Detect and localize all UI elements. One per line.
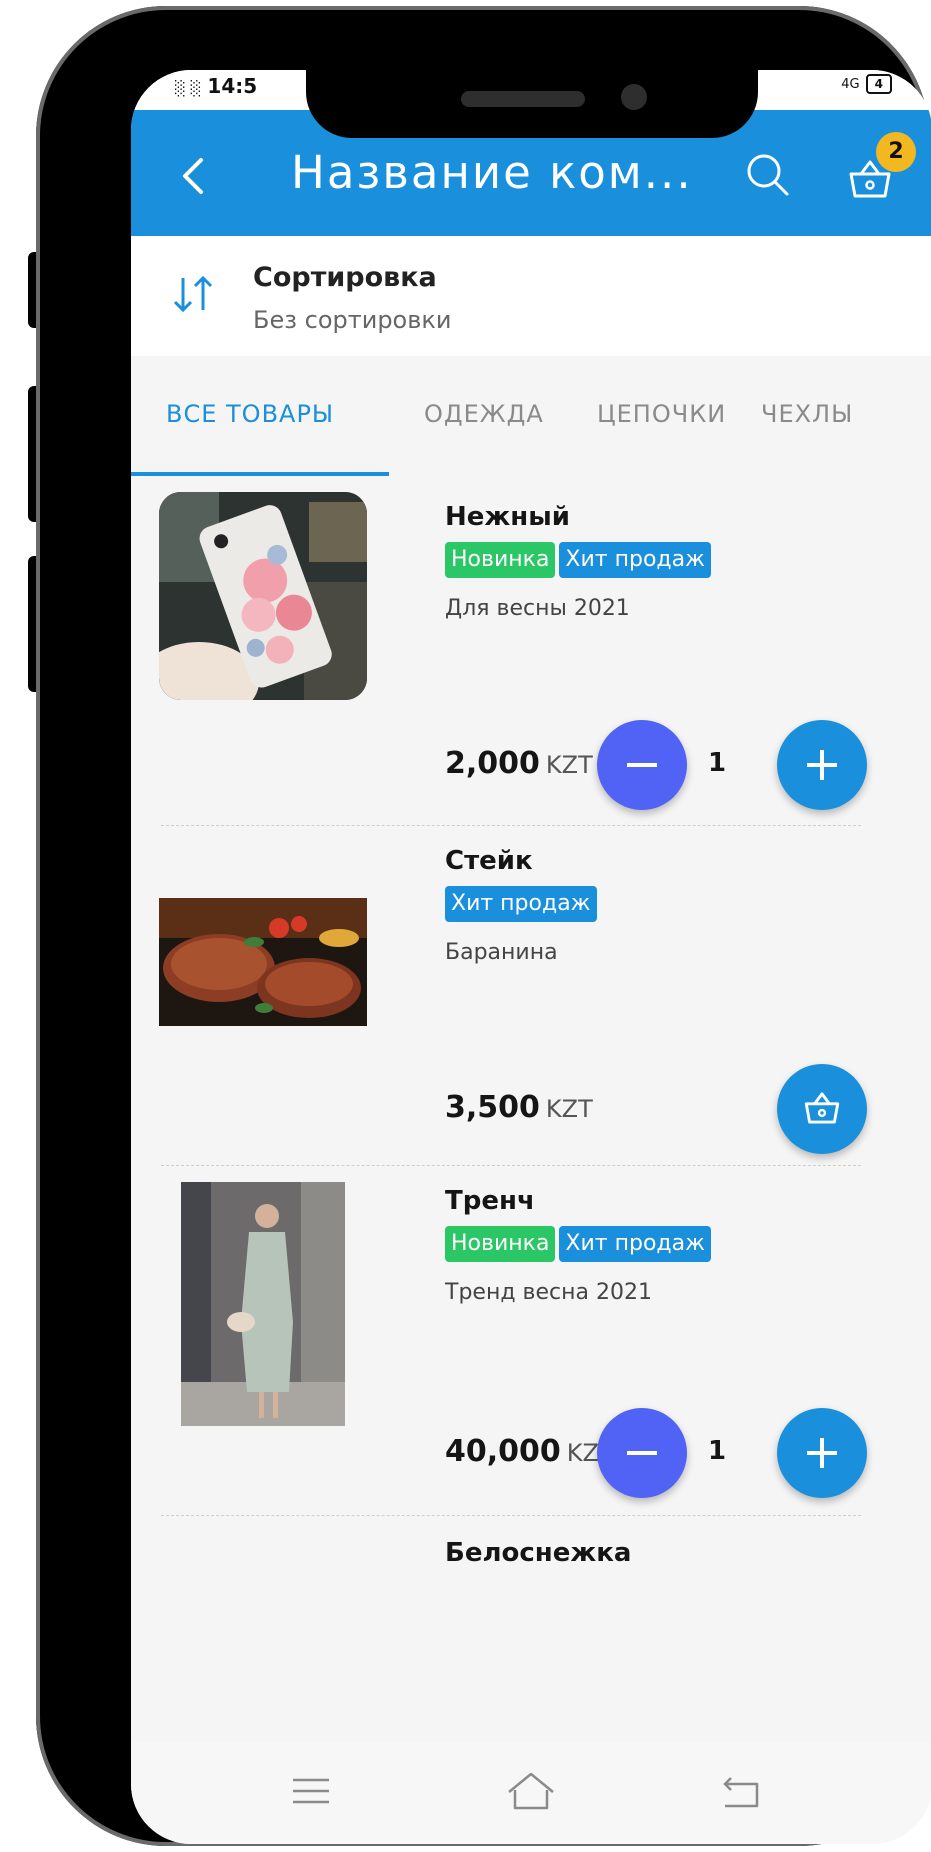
product-image[interactable]: [159, 898, 367, 1026]
price-value: 40,000: [445, 1434, 561, 1469]
plus-icon-vertical: [820, 750, 824, 780]
sort-title: Сортировка: [253, 262, 437, 293]
basket-icon: [804, 1092, 840, 1124]
product-description: Тренд весна 2021: [445, 1280, 652, 1305]
increase-quantity-button[interactable]: [777, 720, 867, 810]
product-name: Стейк: [445, 846, 533, 876]
status-time: 14:5: [207, 74, 258, 98]
notch: [306, 70, 758, 138]
decrease-quantity-button[interactable]: [597, 720, 687, 810]
back-nav-icon[interactable]: [711, 1766, 771, 1816]
product-card[interactable]: Белоснежка: [131, 1516, 931, 1746]
add-to-cart-button[interactable]: [777, 1064, 867, 1154]
price-value: 2,000: [445, 746, 540, 781]
back-icon[interactable]: [171, 150, 215, 202]
product-name: Тренч: [445, 1186, 535, 1216]
badge-bestseller: Хит продаж: [559, 1226, 711, 1262]
product-badges: Хит продаж: [445, 886, 597, 922]
front-camera: [621, 84, 647, 110]
badge-bestseller: Хит продаж: [445, 886, 597, 922]
phone-frame: ░ ░ 14:5 4G 4 Название ком... 2 Сортиров…: [36, 6, 931, 1846]
badge-new: Новинка: [445, 542, 556, 578]
product-badges: Новинка Хит продаж: [445, 542, 711, 578]
product-description: Для весны 2021: [445, 596, 630, 621]
home-icon[interactable]: [501, 1766, 561, 1816]
system-navigation-bar: [131, 1742, 931, 1844]
product-price: 3,500 KZT: [445, 1090, 593, 1125]
product-badges: Новинка Хит продаж: [445, 1226, 711, 1262]
badge-bestseller: Хит продаж: [559, 542, 711, 578]
quantity-value: 1: [707, 1436, 727, 1466]
product-name: Нежный: [445, 502, 570, 532]
product-price: 2,000 KZT: [445, 746, 593, 781]
quantity-value: 1: [707, 748, 727, 778]
signal-icon: ░ ░: [175, 81, 202, 97]
status-right: 4G 4: [841, 74, 892, 94]
search-icon[interactable]: [741, 148, 795, 202]
sort-bar[interactable]: Сортировка Без сортировки: [131, 236, 931, 356]
phone-screen: ░ ░ 14:5 4G 4 Название ком... 2 Сортиров…: [131, 70, 931, 1844]
product-image[interactable]: [159, 492, 367, 700]
increase-quantity-button[interactable]: [777, 1408, 867, 1498]
product-price: 40,000 KZT: [445, 1434, 614, 1469]
price-value: 3,500: [445, 1090, 540, 1125]
minus-icon: [627, 1451, 657, 1455]
decrease-quantity-button[interactable]: [597, 1408, 687, 1498]
product-description: Баранина: [445, 940, 558, 965]
minus-icon: [627, 763, 657, 767]
status-left: ░ ░ 14:5: [175, 74, 257, 98]
price-currency: KZT: [545, 1095, 593, 1123]
tab-clothing[interactable]: ОДЕЖДА: [424, 400, 544, 428]
plus-icon-vertical: [820, 1438, 824, 1468]
product-card[interactable]: Нежный Новинка Хит продаж Для весны 2021…: [131, 476, 931, 826]
cart-count-badge: 2: [876, 132, 916, 172]
price-currency: KZT: [545, 751, 593, 779]
product-card[interactable]: Стейк Хит продаж Баранина 3,500 KZT: [131, 826, 931, 1166]
battery-icon: 4: [865, 74, 892, 94]
speaker: [461, 91, 585, 107]
tab-all-products[interactable]: ВСЕ ТОВАРЫ: [166, 400, 334, 428]
product-image[interactable]: [181, 1182, 345, 1426]
page-title: Название ком...: [291, 146, 693, 199]
sort-value: Без сортировки: [253, 306, 452, 334]
product-card[interactable]: Тренч Новинка Хит продаж Тренд весна 202…: [131, 1166, 931, 1516]
badge-new: Новинка: [445, 1226, 556, 1262]
network-label: 4G: [841, 76, 860, 92]
tab-cases[interactable]: ЧЕХЛЫ: [761, 400, 853, 428]
tab-chains[interactable]: ЦЕПОЧКИ: [597, 400, 726, 428]
product-name: Белоснежка: [445, 1538, 632, 1568]
sort-icon: [173, 275, 213, 313]
category-tabs: ВСЕ ТОВАРЫ ОДЕЖДА ЦЕПОЧКИ ЧЕХЛЫ: [131, 356, 931, 476]
menu-icon[interactable]: [281, 1766, 341, 1816]
